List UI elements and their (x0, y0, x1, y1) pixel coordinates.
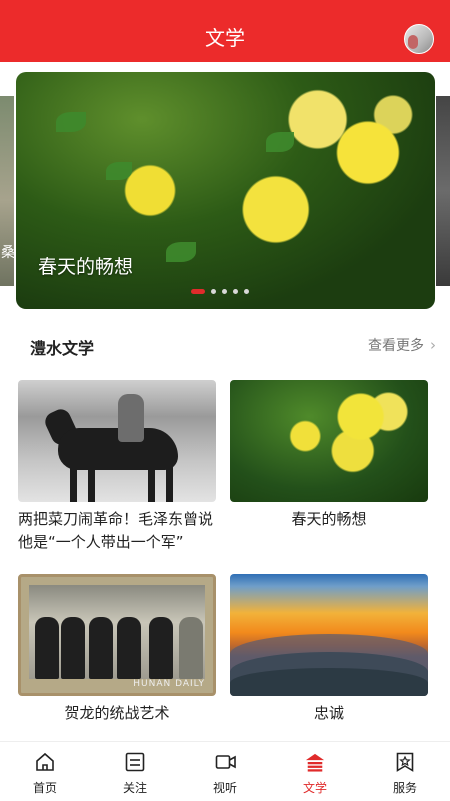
video-icon (215, 755, 236, 769)
tab-label: 首页 (32, 781, 57, 795)
home-icon (36, 752, 54, 771)
mountain-sunset-photo (230, 574, 428, 696)
view-more-link[interactable]: 查看更多 › (368, 335, 436, 355)
article-card[interactable]: HUNAN DAILY 贺龙的统战艺术 (18, 574, 216, 725)
next-slide-peek[interactable] (436, 96, 450, 286)
article-card[interactable]: 两把菜刀闹革命！毛泽东曾说他是“一个人带出一个军” (18, 380, 216, 554)
yellow-roses-photo (230, 380, 428, 502)
view-more-label: 查看更多 (368, 338, 424, 354)
tab-label: 视听 (212, 781, 237, 795)
carousel-dots (191, 281, 255, 294)
tab-video[interactable]: 视听 (180, 742, 270, 801)
follow-icon (125, 752, 145, 772)
banner-carousel[interactable]: 桑 春天的畅想 (0, 62, 450, 320)
page-title: 文学 (205, 26, 245, 50)
tab-service[interactable]: 服务 (360, 742, 450, 801)
article-title: 忠诚 (313, 704, 344, 722)
article-card[interactable]: 忠诚 (230, 574, 428, 725)
historic-group-photo: HUNAN DAILY (18, 574, 216, 696)
photo-watermark: HUNAN DAILY (133, 679, 205, 689)
leaf-decoration (166, 242, 196, 262)
section-title: 澧水文学 (30, 339, 95, 358)
article-title: 两把菜刀闹革命！毛泽东曾说他是“一个人带出一个军” (18, 510, 214, 551)
prev-slide-label: 桑 (1, 245, 15, 261)
tab-home[interactable]: 首页 (0, 742, 90, 801)
tab-follow[interactable]: 关注 (90, 742, 180, 801)
tab-label: 关注 (122, 781, 147, 795)
historic-horse-rider-photo (18, 380, 216, 502)
literature-section: 澧水文学 查看更多 › 两把菜刀闹革命！毛泽东曾说他是“一个人带出一个军” 春天的… (0, 320, 450, 741)
leaf-decoration (56, 112, 86, 132)
leaf-decoration (266, 132, 294, 152)
banner-caption: 春天的畅想 (38, 256, 134, 278)
chevron-right-icon: › (430, 336, 436, 354)
tab-literature[interactable]: 文学 (270, 742, 360, 801)
article-card[interactable]: 春天的畅想 (230, 380, 428, 531)
carousel-dot[interactable] (222, 289, 227, 294)
prev-slide-peek[interactable]: 桑 (0, 96, 15, 286)
leaf-decoration (106, 162, 132, 180)
bottom-tab-bar: 首页 关注 视听 文学 服务 (0, 741, 450, 801)
carousel-dot[interactable] (191, 289, 205, 294)
tab-label: 文学 (302, 781, 327, 795)
user-avatar[interactable] (404, 24, 434, 54)
literature-icon (305, 753, 325, 772)
service-icon (396, 752, 414, 772)
carousel-dot[interactable] (233, 289, 238, 294)
carousel-dot[interactable] (244, 289, 249, 294)
article-title: 贺龙的统战艺术 (64, 704, 170, 722)
app-header: 文学 (0, 0, 450, 62)
carousel-dot[interactable] (211, 289, 216, 294)
article-title: 春天的畅想 (291, 510, 367, 528)
tab-label: 服务 (392, 781, 417, 795)
banner-slide[interactable]: 春天的畅想 (16, 72, 435, 309)
